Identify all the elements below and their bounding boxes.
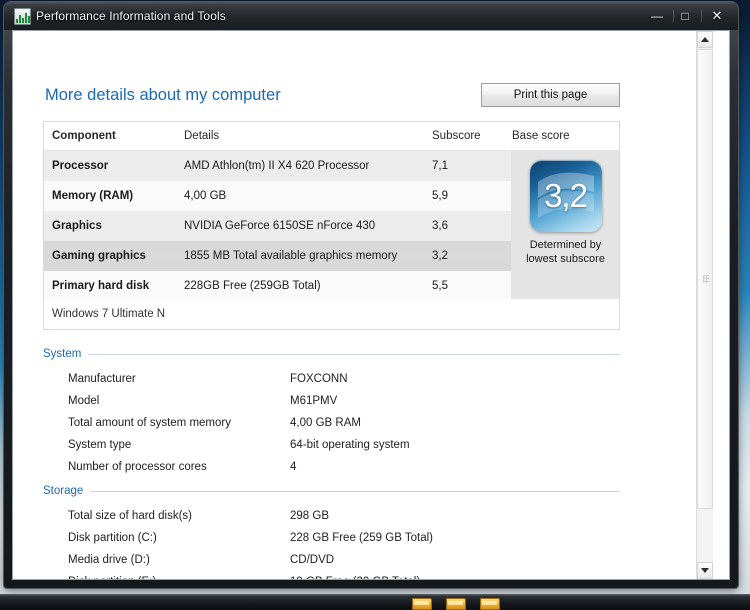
close-button[interactable]: ✕ (702, 6, 732, 26)
row-details: AMD Athlon(tm) II X4 620 Processor (184, 160, 370, 172)
detail-label: Media drive (D:) (68, 554, 150, 566)
maximize-icon: □ (681, 9, 689, 23)
detail-label: System type (68, 439, 132, 451)
base-score-column: 3,2 Determined by lowest subscore (511, 150, 619, 300)
taskbar-folder-icon[interactable] (410, 596, 432, 610)
taskbar[interactable] (0, 594, 750, 610)
scroll-up-icon (701, 37, 709, 42)
scroll-down-icon (701, 568, 709, 573)
detail-value: 298 GB (290, 510, 329, 522)
row-details: 1855 MB Total available graphics memory (184, 250, 432, 262)
detail-value: 19 GB Free (20 GB Total) (290, 576, 620, 579)
section-header: Storage (43, 483, 620, 499)
section-rows: Total size of hard disk(s) 298 GB Disk p… (43, 505, 620, 579)
row-subscore: 5,5 (432, 280, 448, 292)
minimize-button[interactable]: — (644, 6, 670, 26)
window-title: Performance Information and Tools (36, 9, 226, 23)
taskbar-items (410, 594, 500, 610)
detail-row: Media drive (D:) CD/DVD (43, 549, 620, 571)
detail-value: 4,00 GB RAM (290, 417, 361, 429)
page-title: More details about my computer (45, 86, 281, 104)
detail-label: Disk partition (C:) (68, 532, 157, 544)
detail-label: Disk partition (E:) (43, 576, 290, 579)
desktop-right-strip (736, 0, 750, 610)
detail-row: Manufacturer FOXCONN (43, 368, 620, 390)
detail-value: CD/DVD (290, 554, 335, 566)
detail-row: Number of processor cores 4 (43, 456, 620, 478)
section-title: System (43, 348, 82, 360)
detail-label: Number of processor cores (68, 461, 207, 473)
row-details: NVIDIA GeForce 6150SE nForce 430 (184, 220, 376, 232)
detail-label: Total amount of system memory (68, 417, 231, 429)
row-component: Gaming graphics (44, 250, 184, 262)
detail-value: FOXCONN (290, 373, 348, 385)
scrollbar-grip (703, 275, 709, 283)
row-details: 228GB Free (259GB Total) (184, 280, 321, 292)
detail-value: 4 (290, 461, 297, 473)
detail-label: Manufacturer (68, 373, 136, 385)
scroll-down-arrow[interactable] (697, 562, 713, 579)
detail-value: 228 GB Free (259 GB Total) (290, 532, 433, 544)
row-component: Graphics (52, 220, 102, 232)
maximize-button[interactable]: □ (672, 6, 698, 26)
section-system: System Manufacturer FOXCONN Model M61PMV (43, 346, 620, 478)
column-header-subscore: Subscore (432, 130, 481, 142)
print-this-page-button[interactable]: Print this page (481, 83, 620, 107)
content-pane: More details about my computer Print thi… (13, 31, 713, 579)
base-caption-line1: Determined by (529, 239, 602, 251)
base-score-badge: 3,2 (529, 160, 602, 232)
row-component: Processor (52, 160, 109, 172)
column-header-details: Details (184, 130, 220, 142)
application-window: Performance Information and Tools — □ ✕ … (4, 2, 738, 588)
section-header: System (43, 346, 620, 362)
close-icon: ✕ (711, 8, 723, 23)
detail-label: Model (68, 395, 100, 407)
base-score-value: 3,2 (544, 177, 588, 214)
detail-row: Total size of hard disk(s) 298 GB (43, 505, 620, 527)
base-caption-line2: lowest subscore (526, 253, 605, 265)
section-title: Storage (43, 485, 84, 497)
scroll-up-arrow[interactable] (697, 31, 713, 48)
details-page: More details about my computer Print thi… (13, 31, 696, 579)
row-component: Memory (RAM) (52, 190, 134, 202)
vertical-scrollbar[interactable] (696, 31, 713, 579)
row-details: 4,00 GB (184, 190, 227, 202)
section-storage: Storage Total size of hard disk(s) 298 G… (43, 483, 620, 579)
minimize-icon: — (651, 9, 663, 23)
detail-row: Total amount of system memory 4,00 GB RA… (43, 412, 620, 434)
section-rule (90, 490, 620, 492)
window-client-area: More details about my computer Print thi… (12, 30, 730, 580)
detail-value: M61PMV (290, 395, 338, 407)
row-subscore: 3,6 (432, 220, 448, 232)
detail-row: Disk partition (C:) 228 GB Free (259 GB … (43, 527, 620, 549)
column-header-component: Component (52, 130, 116, 142)
table-header-row: Component Details Subscore Base score (44, 122, 619, 151)
taskbar-folder-icon[interactable] (444, 596, 466, 610)
score-table: Component Details Subscore Base score Pr… (43, 121, 620, 302)
detail-row: Model M61PMV (43, 390, 620, 412)
detail-value: 64-bit operating system (290, 439, 410, 451)
os-edition-row: Windows 7 Ultimate N (43, 299, 620, 330)
scrollbar-thumb[interactable] (697, 49, 713, 509)
detail-row: Disk partition (E:) 19 GB Free (20 GB To… (43, 571, 620, 579)
base-score-caption: Determined by lowest subscore (512, 238, 619, 266)
section-rows: Manufacturer FOXCONN Model M61PMV Total … (43, 368, 620, 478)
section-rule (88, 353, 620, 355)
os-edition-label: Windows 7 Ultimate N (52, 308, 166, 320)
row-subscore: 7,1 (432, 160, 448, 172)
row-subscore: 3,2 (432, 250, 512, 262)
title-bar[interactable]: Performance Information and Tools — □ ✕ (4, 2, 738, 30)
row-component: Primary hard disk (52, 280, 150, 292)
row-subscore: 5,9 (432, 190, 448, 202)
detail-row: System type 64-bit operating system (43, 434, 620, 456)
performance-chart-icon (14, 8, 31, 25)
taskbar-folder-icon[interactable] (478, 596, 500, 610)
detail-label: Total size of hard disk(s) (68, 510, 192, 522)
column-header-base-score: Base score (512, 130, 570, 142)
